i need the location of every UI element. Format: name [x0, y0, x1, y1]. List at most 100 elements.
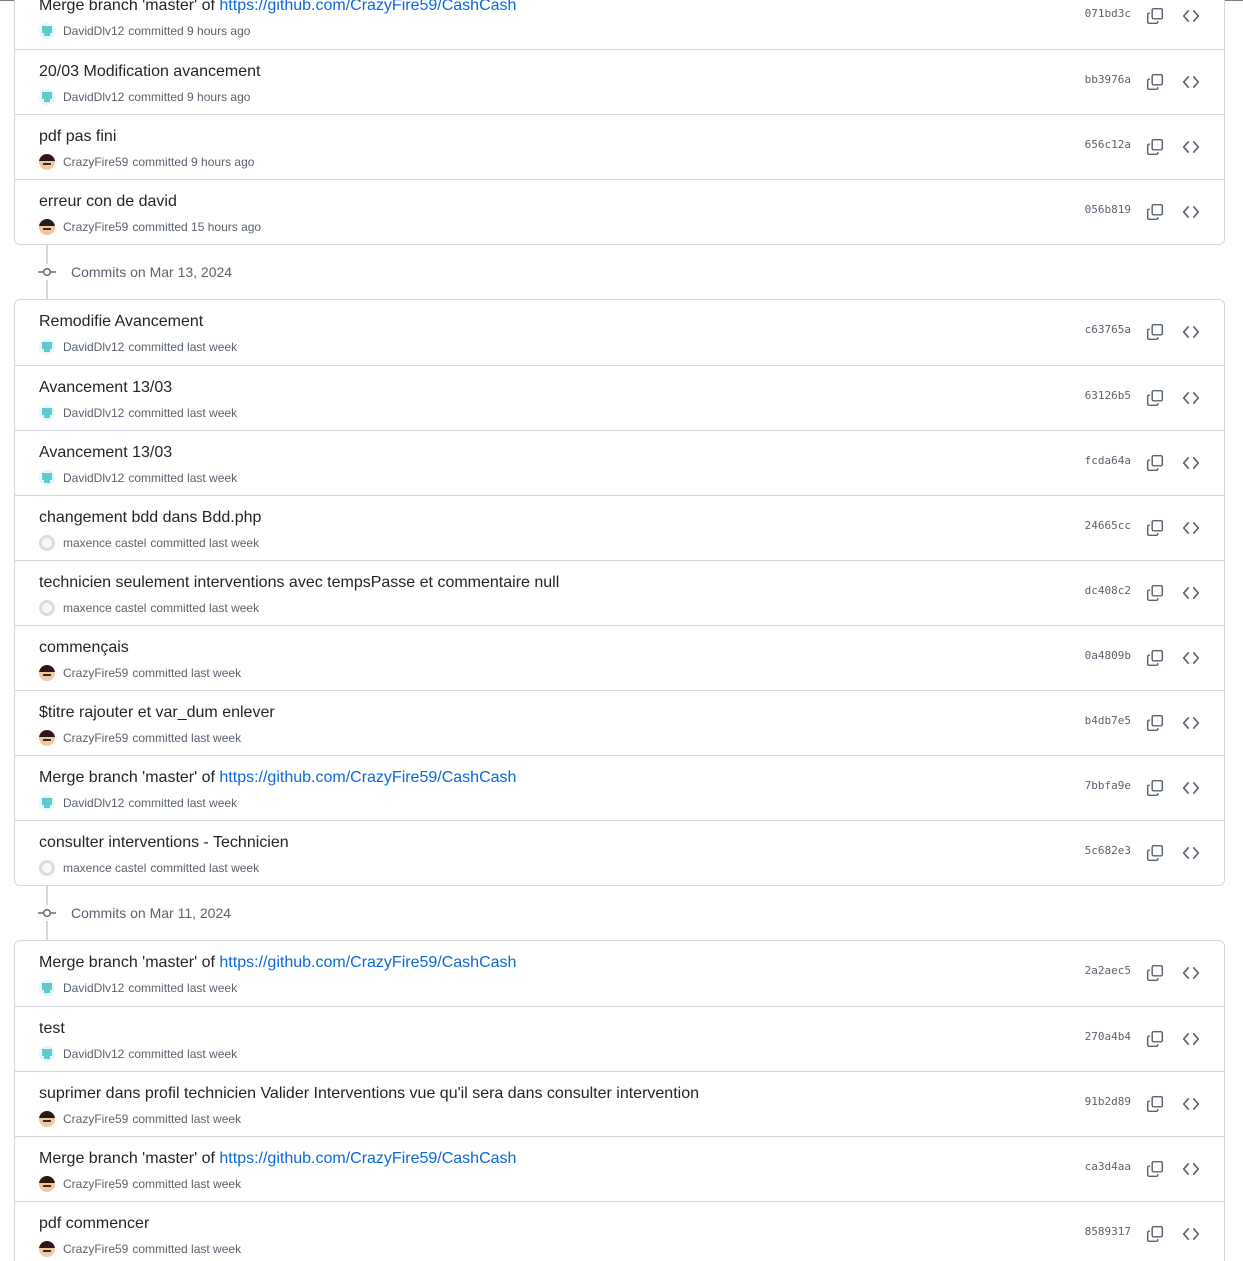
code-icon[interactable]	[1182, 389, 1200, 407]
commit-link[interactable]: https://github.com/CrazyFire59/CashCash	[219, 0, 516, 14]
copy-icon[interactable]	[1146, 203, 1164, 221]
commit-title[interactable]: commençais	[39, 638, 129, 658]
commit-message[interactable]: commençais	[39, 639, 129, 656]
commit-sha[interactable]: dc408c2	[1085, 584, 1131, 597]
commit-title[interactable]: Avancement 13/03	[39, 378, 172, 398]
commit-sha[interactable]: ca3d4aa	[1085, 1160, 1131, 1173]
code-icon[interactable]	[1182, 323, 1200, 341]
commit-author[interactable]: CrazyFire59	[63, 1242, 128, 1256]
copy-icon[interactable]	[1146, 138, 1164, 156]
commit-author[interactable]: DavidDlv12	[63, 24, 124, 38]
commit-message[interactable]: pdf commencer	[39, 1215, 149, 1232]
commit-title[interactable]: Remodifie Avancement	[39, 312, 203, 332]
commit-title[interactable]: erreur con de david	[39, 192, 177, 212]
avatar[interactable]	[39, 470, 55, 486]
copy-icon[interactable]	[1146, 1225, 1164, 1243]
commit-author[interactable]: CrazyFire59	[63, 666, 128, 680]
avatar[interactable]	[39, 1176, 55, 1192]
code-icon[interactable]	[1182, 519, 1200, 537]
commit-author[interactable]: CrazyFire59	[63, 1112, 128, 1126]
commit-message[interactable]: test	[39, 1020, 65, 1037]
avatar[interactable]	[39, 665, 55, 681]
commit-sha[interactable]: 270a4b4	[1085, 1030, 1131, 1043]
commit-title[interactable]: test	[39, 1019, 65, 1039]
code-icon[interactable]	[1182, 454, 1200, 472]
commit-message[interactable]: Merge branch 'master' of	[39, 769, 219, 786]
commit-sha[interactable]: 0a4809b	[1085, 649, 1131, 662]
code-icon[interactable]	[1182, 714, 1200, 732]
commit-sha[interactable]: 8589317	[1085, 1225, 1131, 1238]
commit-sha[interactable]: 24665cc	[1085, 519, 1131, 532]
commit-title[interactable]: 20/03 Modification avancement	[39, 62, 260, 82]
code-icon[interactable]	[1182, 7, 1200, 25]
commit-title[interactable]: Merge branch 'master' of https://github.…	[39, 953, 516, 973]
code-icon[interactable]	[1182, 1095, 1200, 1113]
copy-icon[interactable]	[1146, 389, 1164, 407]
commit-message[interactable]: erreur con de david	[39, 193, 177, 210]
commit-sha[interactable]: 071bd3c	[1085, 7, 1131, 20]
commit-sha[interactable]: 5c682e3	[1085, 844, 1131, 857]
copy-icon[interactable]	[1146, 1030, 1164, 1048]
commit-sha[interactable]: 7bbfa9e	[1085, 779, 1131, 792]
avatar[interactable]	[39, 154, 55, 170]
commit-sha[interactable]: 91b2d89	[1085, 1095, 1131, 1108]
avatar[interactable]	[39, 795, 55, 811]
commit-author[interactable]: maxence castel	[63, 861, 146, 875]
copy-icon[interactable]	[1146, 714, 1164, 732]
commit-title[interactable]: technicien seulement interventions avec …	[39, 573, 559, 593]
code-icon[interactable]	[1182, 584, 1200, 602]
avatar[interactable]	[39, 1046, 55, 1062]
commit-title[interactable]: changement bdd dans Bdd.php	[39, 508, 261, 528]
commit-message[interactable]: Avancement 13/03	[39, 379, 172, 396]
commit-author[interactable]: maxence castel	[63, 601, 146, 615]
commit-sha[interactable]: c63765a	[1085, 323, 1131, 336]
commit-message[interactable]: pdf pas fini	[39, 128, 116, 145]
commit-message[interactable]: technicien seulement interventions avec …	[39, 574, 559, 591]
commit-author[interactable]: CrazyFire59	[63, 220, 128, 234]
avatar[interactable]	[39, 339, 55, 355]
code-icon[interactable]	[1182, 203, 1200, 221]
commit-title[interactable]: Merge branch 'master' of https://github.…	[39, 768, 516, 788]
copy-icon[interactable]	[1146, 1160, 1164, 1178]
commit-author[interactable]: maxence castel	[63, 536, 146, 550]
copy-icon[interactable]	[1146, 844, 1164, 862]
copy-icon[interactable]	[1146, 7, 1164, 25]
commit-author[interactable]: DavidDlv12	[63, 340, 124, 354]
avatar[interactable]	[39, 1241, 55, 1257]
avatar[interactable]	[39, 405, 55, 421]
copy-icon[interactable]	[1146, 519, 1164, 537]
commit-sha[interactable]: 056b819	[1085, 203, 1131, 216]
commit-message[interactable]: 20/03 Modification avancement	[39, 63, 260, 80]
commit-author[interactable]: CrazyFire59	[63, 731, 128, 745]
commit-title[interactable]: $titre rajouter et var_dum enlever	[39, 703, 275, 723]
copy-icon[interactable]	[1146, 964, 1164, 982]
commit-title[interactable]: Merge branch 'master' of https://github.…	[39, 1149, 516, 1169]
avatar[interactable]	[39, 23, 55, 39]
avatar[interactable]	[39, 980, 55, 996]
commit-message[interactable]: Merge branch 'master' of	[39, 954, 219, 971]
commit-title[interactable]: suprimer dans profil technicien Valider …	[39, 1084, 699, 1104]
code-icon[interactable]	[1182, 964, 1200, 982]
commit-message[interactable]: Avancement 13/03	[39, 444, 172, 461]
code-icon[interactable]	[1182, 73, 1200, 91]
commit-sha[interactable]: b4db7e5	[1085, 714, 1131, 727]
avatar[interactable]	[39, 535, 55, 551]
copy-icon[interactable]	[1146, 649, 1164, 667]
commit-message[interactable]: Merge branch 'master' of	[39, 0, 219, 14]
commit-author[interactable]: DavidDlv12	[63, 796, 124, 810]
copy-icon[interactable]	[1146, 584, 1164, 602]
copy-icon[interactable]	[1146, 1095, 1164, 1113]
commit-author[interactable]: DavidDlv12	[63, 471, 124, 485]
code-icon[interactable]	[1182, 138, 1200, 156]
commit-author[interactable]: CrazyFire59	[63, 1177, 128, 1191]
commit-title[interactable]: pdf pas fini	[39, 127, 116, 147]
commit-message[interactable]: Merge branch 'master' of	[39, 1150, 219, 1167]
commit-sha[interactable]: 656c12a	[1085, 138, 1131, 151]
commit-message[interactable]: changement bdd dans Bdd.php	[39, 509, 261, 526]
commit-sha[interactable]: 63126b5	[1085, 389, 1131, 402]
commit-sha[interactable]: fcda64a	[1085, 454, 1131, 467]
avatar[interactable]	[39, 89, 55, 105]
commit-sha[interactable]: bb3976a	[1085, 73, 1131, 86]
commit-author[interactable]: CrazyFire59	[63, 155, 128, 169]
commit-sha[interactable]: 2a2aec5	[1085, 964, 1131, 977]
